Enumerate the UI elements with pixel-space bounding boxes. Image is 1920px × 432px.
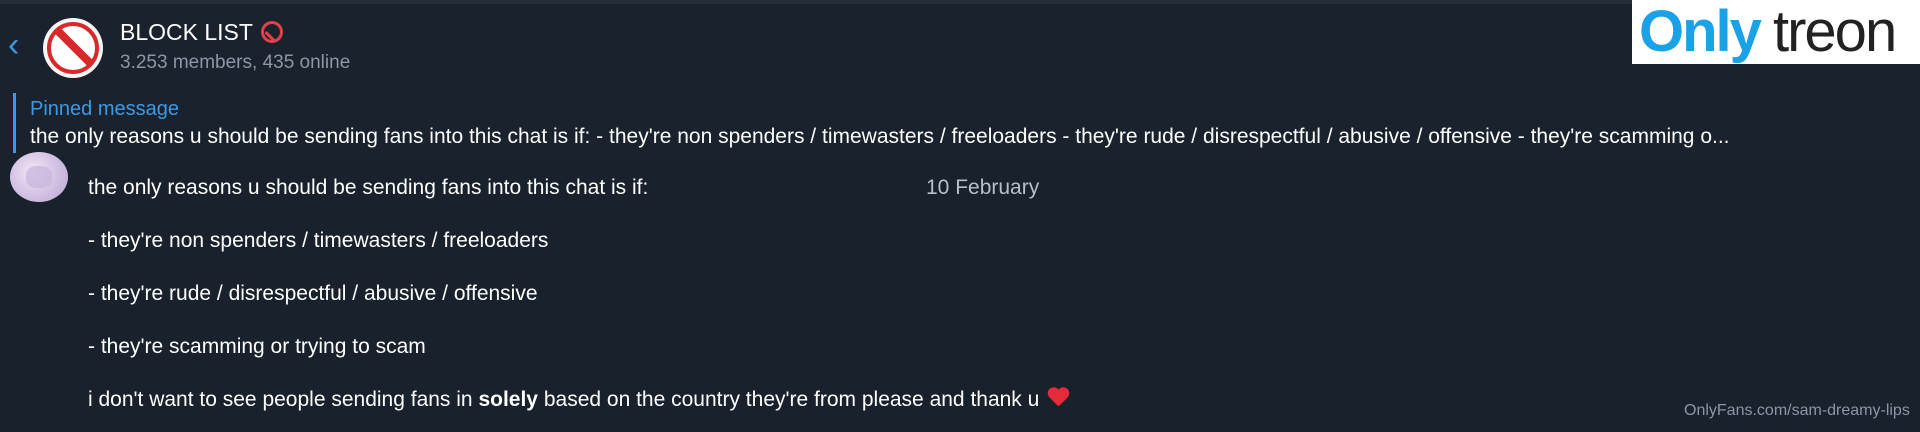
group-avatar[interactable] <box>43 18 103 78</box>
message-line-3: - they're rude / disrespectful / abusive… <box>88 282 538 305</box>
logo-treon-text: treon <box>1773 0 1897 64</box>
watermark-logo: Only treon <box>1632 0 1920 64</box>
group-title[interactable]: BLOCK LIST <box>120 19 283 46</box>
pinned-message-text: the only reasons u should be sending fan… <box>30 125 1730 148</box>
message-line-5-end: based on the country they're from please… <box>538 388 1040 411</box>
footer-watermark: OnlyFans.com/sam-dreamy-lips <box>1684 402 1910 419</box>
group-name: BLOCK LIST <box>120 19 253 45</box>
message-bold-word: solely <box>478 388 538 411</box>
pinned-indicator-bar <box>13 93 16 153</box>
date-separator: 10 February <box>926 176 1040 199</box>
message-line-4: - they're scamming or trying to scam <box>88 335 426 358</box>
pinned-message-label: Pinned message <box>30 98 179 120</box>
sender-avatar[interactable] <box>10 152 68 202</box>
logo-only-text: Only <box>1639 0 1762 64</box>
message-line-5: i don't want to see people sending fans … <box>88 388 1069 412</box>
prohibited-icon <box>260 21 283 43</box>
message-line-1: the only reasons u should be sending fan… <box>88 176 649 199</box>
members-status: 3.253 members, 435 online <box>120 52 351 73</box>
red-heart-icon <box>1047 388 1069 408</box>
message-line-2: - they're non spenders / timewasters / f… <box>88 229 549 252</box>
message-line-5-start: i don't want to see people sending fans … <box>88 388 479 411</box>
back-chevron-left-icon[interactable]: ‹ <box>8 28 28 62</box>
